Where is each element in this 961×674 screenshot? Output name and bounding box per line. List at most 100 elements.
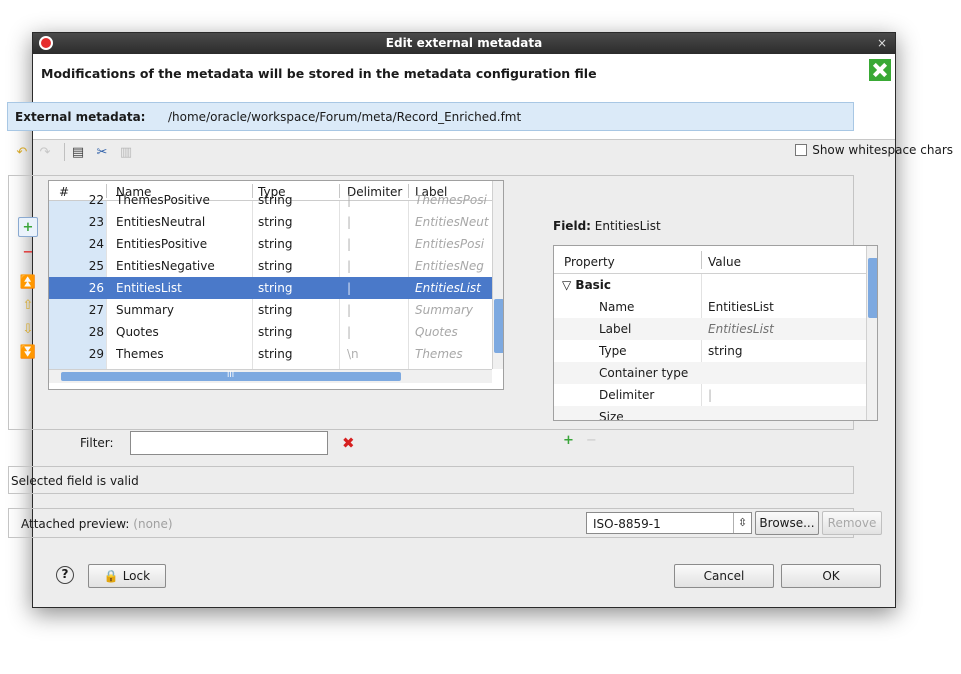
close-icon[interactable]: ×: [877, 36, 887, 50]
cut-icon[interactable]: ✂: [94, 145, 110, 161]
property-column-header[interactable]: Property: [564, 255, 615, 269]
filter-input[interactable]: [130, 431, 328, 455]
row-delimiter: |: [347, 215, 352, 229]
show-whitespace-label: Show whitespace chars: [812, 143, 953, 157]
row-name: Summary: [116, 303, 174, 317]
row-number: 22: [88, 193, 104, 207]
redo-icon[interactable]: ↷: [37, 145, 53, 161]
row-label: Summary: [415, 303, 473, 317]
property-name: Name: [599, 300, 635, 314]
encoding-select[interactable]: ISO-8859-1 ⇳: [586, 512, 752, 534]
row-number: 29: [88, 347, 104, 361]
table-row[interactable]: 22 ThemesPositive string | ThemesPosi: [49, 189, 492, 211]
lock-icon: 🔒: [103, 569, 119, 583]
table-row[interactable]: 29 Themes string \n Themes: [49, 343, 492, 365]
row-delimiter: |: [347, 303, 352, 317]
remove-button[interactable]: Remove: [822, 511, 882, 535]
properties-table[interactable]: Property Value ▽ Basic Name EntitiesList…: [553, 245, 878, 421]
table-horizontal-scrollbar[interactable]: III: [49, 369, 492, 383]
row-number: 27: [88, 303, 104, 317]
table-row[interactable]: 24 EntitiesPositive string | EntitiesPos…: [49, 233, 492, 255]
row-type: string: [258, 303, 293, 317]
property-value[interactable]: EntitiesList: [708, 322, 774, 336]
row-label: Themes: [415, 347, 463, 361]
undo-icon[interactable]: ↶: [14, 145, 30, 161]
property-value[interactable]: string: [708, 344, 742, 358]
ok-button[interactable]: OK: [781, 564, 881, 588]
move-bottom-icon[interactable]: ⏬: [18, 343, 38, 363]
property-actions: + −: [563, 433, 597, 448]
row-number: 25: [88, 259, 104, 273]
row-delimiter: \n: [347, 347, 359, 361]
table-row[interactable]: 23 EntitiesNeutral string | EntitiesNeut: [49, 211, 492, 233]
add-property-icon[interactable]: +: [563, 433, 574, 448]
row-label: EntitiesList: [415, 281, 481, 295]
row-type: string: [258, 237, 293, 251]
property-row[interactable]: Name EntitiesList: [554, 296, 866, 318]
collapse-icon[interactable]: ▽: [562, 278, 571, 292]
external-metadata-bar: External metadata: /home/oracle/workspac…: [7, 102, 854, 131]
property-name: Type: [599, 344, 627, 358]
header-message: Modifications of the metadata will be st…: [41, 66, 597, 81]
row-name: EntitiesNeutral: [116, 215, 206, 229]
title-bar: Edit external metadata ×: [33, 33, 895, 54]
row-type: string: [258, 281, 293, 295]
chevron-updown-icon[interactable]: ⇳: [733, 513, 751, 533]
toolbar-separator: [64, 143, 65, 161]
remove-property-icon[interactable]: −: [586, 433, 597, 448]
table-vertical-scrollbar[interactable]: [492, 181, 503, 369]
cancel-button[interactable]: Cancel: [674, 564, 774, 588]
table-row-selected[interactable]: 26 EntitiesList string | EntitiesList: [49, 277, 492, 299]
property-value[interactable]: EntitiesList: [708, 300, 774, 314]
value-column-header[interactable]: Value: [708, 255, 741, 269]
table-row[interactable]: 27 Summary string | Summary: [49, 299, 492, 321]
properties-scrollbar[interactable]: [866, 246, 877, 420]
property-group-basic[interactable]: ▽ Basic: [554, 274, 866, 296]
row-type: string: [258, 347, 293, 361]
clear-filter-icon[interactable]: ✖: [342, 434, 355, 452]
vertical-scroll-thumb[interactable]: [494, 299, 503, 353]
property-row[interactable]: Label EntitiesList: [554, 318, 866, 340]
property-name: Size: [599, 410, 624, 421]
move-top-icon[interactable]: ⏫: [18, 273, 38, 293]
filter-label: Filter:: [80, 436, 114, 450]
row-label: ThemesPosi: [415, 193, 487, 207]
move-up-icon[interactable]: ⇧: [18, 296, 38, 316]
lock-button[interactable]: 🔒 Lock: [88, 564, 166, 588]
checkbox-box[interactable]: [795, 144, 808, 156]
row-label: Quotes: [415, 325, 458, 339]
row-label: EntitiesNeut: [415, 215, 489, 229]
property-name: Label: [599, 322, 632, 336]
property-row[interactable]: Container type: [554, 362, 866, 384]
property-row[interactable]: Delimiter |: [554, 384, 866, 406]
property-row[interactable]: Size: [554, 406, 866, 421]
field-title: Field: EntitiesList: [553, 219, 661, 233]
row-number: 23: [88, 215, 104, 229]
table-row[interactable]: 25 EntitiesNegative string | EntitiesNeg: [49, 255, 492, 277]
paste-icon[interactable]: ▥: [118, 145, 134, 161]
properties-scroll-thumb[interactable]: [868, 258, 877, 318]
show-whitespace-checkbox[interactable]: Show whitespace chars: [795, 143, 953, 157]
row-name: EntitiesPositive: [116, 237, 208, 251]
properties-header: Property Value: [554, 246, 866, 274]
fields-table[interactable]: # Name Type Delimiter Label 22 ThemesPos…: [48, 180, 504, 390]
table-row[interactable]: 28 Quotes string | Quotes: [49, 321, 492, 343]
row-type: string: [258, 259, 293, 273]
remove-field-icon[interactable]: −: [18, 243, 38, 263]
browse-button[interactable]: Browse...: [755, 511, 819, 535]
property-value[interactable]: |: [708, 388, 712, 402]
external-metadata-label: External metadata:: [15, 110, 146, 124]
group-label: ▽ Basic: [562, 278, 611, 292]
help-icon[interactable]: ?: [56, 566, 74, 584]
row-name: EntitiesNegative: [116, 259, 215, 273]
row-type: string: [258, 193, 293, 207]
copy-icon[interactable]: ▤: [70, 145, 86, 161]
add-field-icon[interactable]: +: [18, 217, 38, 237]
cloveretl-logo-icon: [869, 59, 891, 81]
move-down-icon[interactable]: ⇩: [18, 320, 38, 340]
status-text: Selected field is valid: [11, 474, 139, 488]
row-name: EntitiesList: [116, 281, 182, 295]
field-name: EntitiesList: [594, 219, 661, 233]
property-name: Container type: [599, 366, 689, 380]
property-row[interactable]: Type string: [554, 340, 866, 362]
